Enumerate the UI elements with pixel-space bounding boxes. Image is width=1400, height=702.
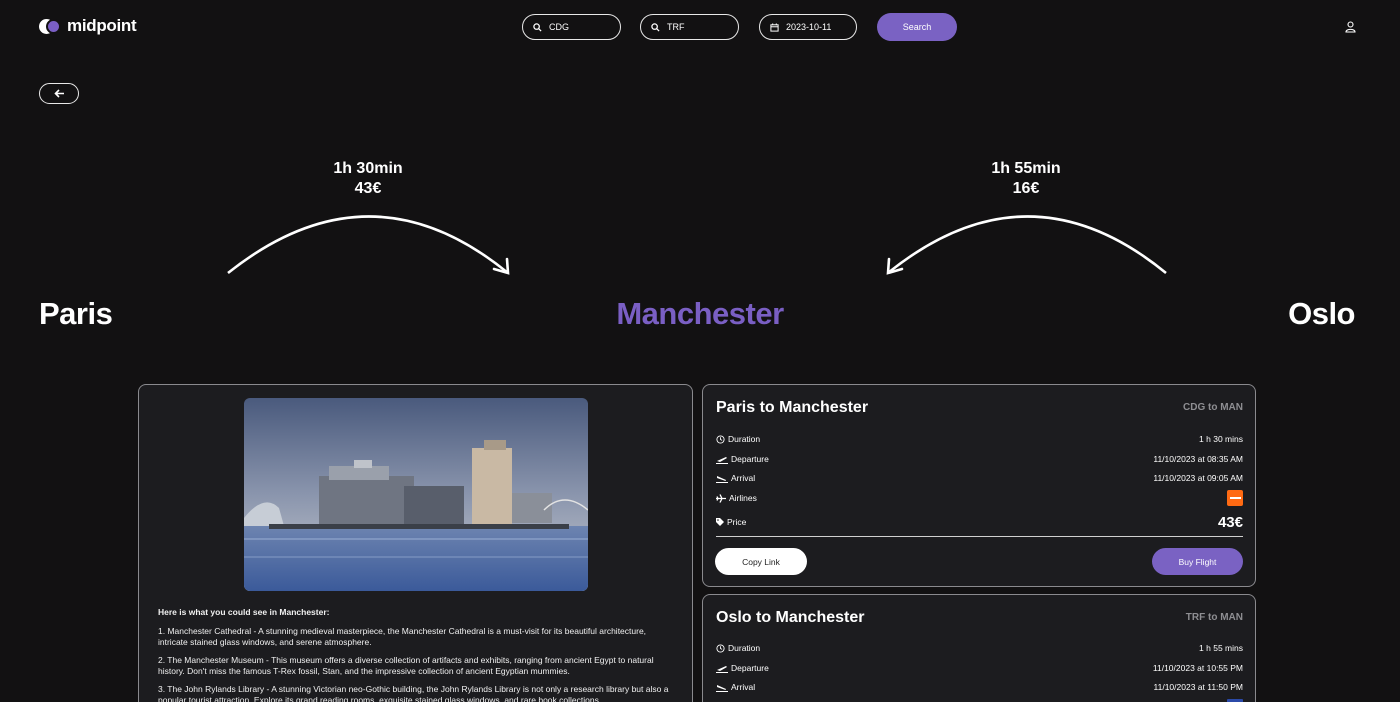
leg2-info: 1h 55min 16€ xyxy=(956,159,1096,199)
airlines-label: Airlines xyxy=(729,493,757,503)
flight-code: TRF to MAN xyxy=(1185,612,1243,623)
copy-link-button[interactable]: Copy Link xyxy=(715,548,807,575)
origin-value: CDG xyxy=(549,22,569,32)
city-info-card: Here is what you could see in Manchester… xyxy=(138,384,693,702)
duration-label: Duration xyxy=(728,434,761,444)
duration-row: Duration 1 h 30 mins xyxy=(716,432,1243,446)
info-heading: Here is what you could see in Manchester… xyxy=(158,607,330,617)
back-button[interactable] xyxy=(39,83,79,104)
divider xyxy=(716,536,1243,537)
destination-value: TRF xyxy=(667,22,685,32)
duration-value: 1 h 30 mins xyxy=(1199,434,1243,444)
flight-code: CDG to MAN xyxy=(1183,402,1243,413)
departure-value: 11/10/2023 at 08:35 AM xyxy=(1153,454,1243,464)
flight-title: Oslo to Manchester xyxy=(716,609,865,626)
departure-label: Departure xyxy=(731,454,769,464)
destination-city: Oslo xyxy=(1288,296,1355,331)
search-icon xyxy=(651,22,660,32)
arc-arrow-left-icon xyxy=(886,215,1167,275)
clock-icon xyxy=(716,434,725,444)
duration-value: 1 h 55 mins xyxy=(1199,643,1243,653)
duration-row: Duration 1 h 55 mins xyxy=(716,641,1243,655)
leg1-price: 43€ xyxy=(354,180,382,197)
destination-search-input[interactable]: TRF xyxy=(640,14,739,40)
brand-name: midpoint xyxy=(67,16,137,35)
list-item: 1. Manchester Cathedral - A stunning med… xyxy=(158,626,647,647)
plane-landing-icon xyxy=(716,684,728,692)
list-item: 3. The John Rylands Library - A stunning… xyxy=(158,684,669,702)
tag-icon xyxy=(716,518,724,526)
list-item: 2. The Manchester Museum - This museum o… xyxy=(158,655,654,676)
date-value: 2023-10-11 xyxy=(786,22,832,32)
arrival-label: Arrival xyxy=(731,473,756,483)
leg2-price: 16€ xyxy=(1012,180,1040,197)
leg1-duration: 1h 30min xyxy=(333,160,403,177)
departure-row: Departure 11/10/2023 at 08:35 AM xyxy=(716,452,1243,466)
plane-takeoff-icon xyxy=(716,665,728,673)
departure-row: Departure 11/10/2023 at 10:55 PM xyxy=(716,661,1243,675)
plane-landing-icon xyxy=(716,475,728,483)
airlines-row: Airlines xyxy=(716,490,1243,506)
city-image xyxy=(244,398,588,591)
search-icon xyxy=(533,22,542,32)
search-button[interactable]: Search xyxy=(877,13,957,41)
origin-search-input[interactable]: CDG xyxy=(522,14,621,40)
arrival-value: 11/10/2023 at 11:50 PM xyxy=(1153,682,1243,692)
buy-flight-button[interactable]: Buy Flight xyxy=(1152,548,1243,575)
midpoint-city: Manchester xyxy=(616,296,784,331)
calendar-icon xyxy=(770,22,779,32)
leg1-info: 1h 30min 43€ xyxy=(298,159,438,199)
arrow-left-icon xyxy=(53,89,64,98)
arrival-row: Arrival 11/10/2023 at 09:05 AM xyxy=(716,471,1243,485)
brand-logo[interactable]: midpoint xyxy=(39,16,137,36)
departure-value: 11/10/2023 at 10:55 PM xyxy=(1152,663,1243,673)
price-value: 43€ xyxy=(1217,513,1243,531)
price-row: Price 43€ xyxy=(716,513,1243,531)
plane-icon xyxy=(716,493,726,503)
user-icon[interactable] xyxy=(1345,20,1356,38)
flight-title: Paris to Manchester xyxy=(716,399,869,416)
price-label: Price xyxy=(727,517,747,527)
departure-label: Departure xyxy=(731,663,769,673)
date-input[interactable]: 2023-10-11 xyxy=(759,14,857,40)
flight-card-paris: Paris to Manchester CDG to MAN Duration … xyxy=(702,384,1256,587)
arc-arrow-right-icon xyxy=(227,215,510,275)
arrival-label: Arrival xyxy=(731,682,756,692)
arrival-row: Arrival 11/10/2023 at 11:50 PM xyxy=(716,680,1243,694)
airline-logo xyxy=(1227,490,1243,506)
clock-icon xyxy=(716,643,725,653)
duration-label: Duration xyxy=(728,643,761,653)
flight-card-oslo: Oslo to Manchester TRF to MAN Duration 1… xyxy=(702,594,1256,702)
leg2-duration: 1h 55min xyxy=(991,160,1061,177)
origin-city: Paris xyxy=(39,296,113,331)
logo-icon xyxy=(39,18,61,34)
plane-takeoff-icon xyxy=(716,456,728,464)
arrival-value: 11/10/2023 at 09:05 AM xyxy=(1153,473,1243,483)
